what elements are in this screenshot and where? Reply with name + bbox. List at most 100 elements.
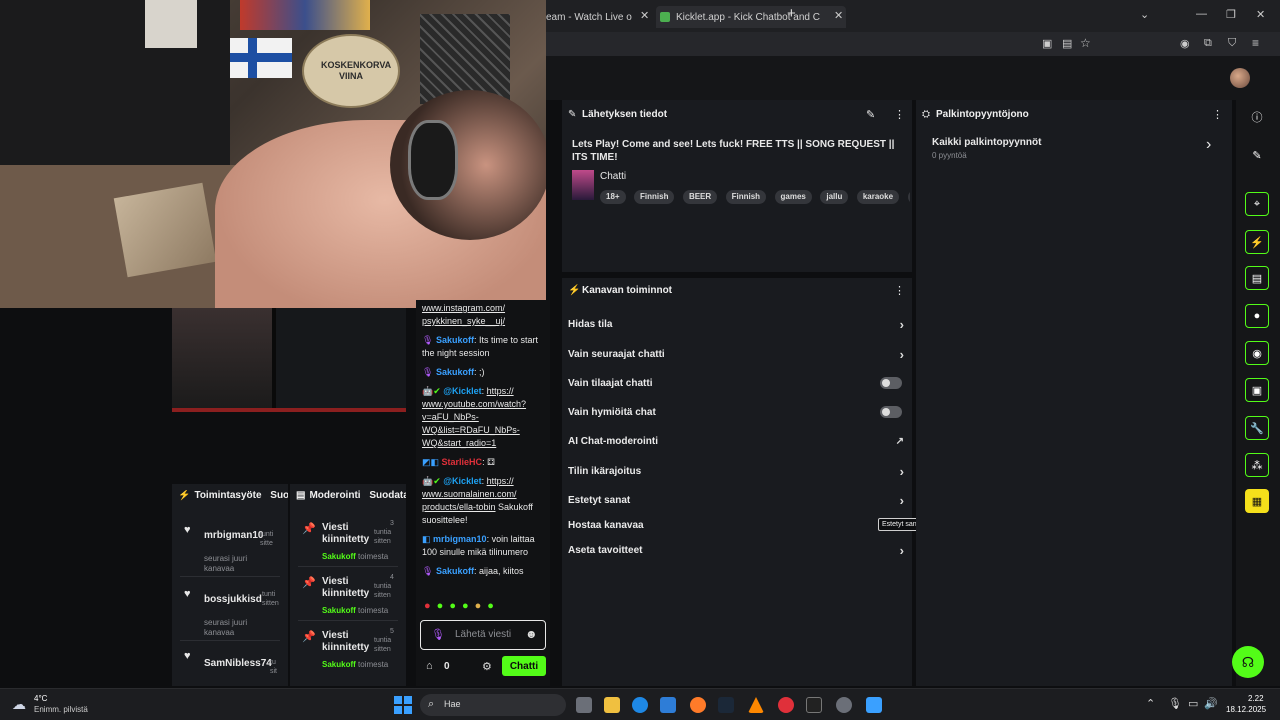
chat-username[interactable]: Sakukoff <box>436 335 474 345</box>
emote-icon[interactable]: ● <box>424 600 431 616</box>
tag-chip[interactable]: 18+ <box>600 190 626 204</box>
volume-icon[interactable]: 🔊 <box>1204 697 1218 710</box>
shield-icon[interactable]: ⛉ <box>1228 37 1236 50</box>
chat-username[interactable]: Sakukoff <box>436 367 474 377</box>
chat-username[interactable]: @Kicklet <box>443 476 481 486</box>
emote-icon[interactable]: ● <box>475 600 482 616</box>
moderation-by[interactable]: Sakukoff <box>322 660 356 669</box>
emoji-picker-icon[interactable]: ☻ <box>525 627 538 641</box>
picture-in-picture-icon[interactable]: ▣ <box>1042 37 1052 50</box>
tag-chip[interactable]: games <box>774 190 812 204</box>
browser-tab[interactable]: eam - Watch Live o <box>546 6 638 28</box>
minimize-icon[interactable]: — <box>1196 8 1207 20</box>
category-thumbnail[interactable] <box>572 170 594 200</box>
clapper-tool-icon[interactable]: ▦ <box>1245 489 1269 513</box>
steam-icon[interactable] <box>718 697 734 713</box>
info-icon[interactable]: ⓘ <box>1245 105 1269 129</box>
extensions-icon[interactable]: ⧉ <box>1204 37 1212 50</box>
app-window-icon[interactable] <box>866 697 882 713</box>
settings-app-icon[interactable] <box>836 697 852 713</box>
chat-username[interactable]: mrbigman10 <box>433 534 487 544</box>
reader-view-icon[interactable]: ▤ <box>1062 37 1072 50</box>
emote-icon[interactable]: ● <box>487 600 494 616</box>
edit-pencil-icon[interactable]: ✎ <box>1245 143 1269 167</box>
menu-icon[interactable]: ≡ <box>1252 36 1259 50</box>
close-window-icon[interactable]: ✕ <box>1256 8 1265 21</box>
chat-username[interactable]: Sakukoff <box>436 566 474 576</box>
stream-category[interactable]: Chatti <box>600 171 626 182</box>
activity-filter-label[interactable]: Suod <box>270 490 288 501</box>
all-reward-requests[interactable]: Kaikki palkintopyynnöt 0 pyyntöä › <box>926 134 1226 164</box>
action-followers-only[interactable]: Vain seuraajat chatti › <box>568 344 908 364</box>
tag-chip[interactable]: Finnish <box>634 190 675 204</box>
store-icon[interactable]: ⌂ <box>426 660 433 672</box>
opera-icon[interactable] <box>778 697 794 713</box>
wrench-tool-icon[interactable]: 🔧 <box>1245 416 1269 440</box>
close-tab-icon[interactable]: ✕ <box>834 9 843 22</box>
store-app-icon[interactable] <box>660 697 676 713</box>
weather-cloud-icon[interactable]: ☁ <box>12 696 26 713</box>
emote-icon[interactable]: ● <box>437 600 444 616</box>
focus-tool-icon[interactable]: ⌖ <box>1245 192 1269 216</box>
action-set-goals[interactable]: Aseta tavoitteet › <box>568 540 908 560</box>
chat-input-box[interactable]: 🎙 Lähetä viesti ☻ <box>420 620 546 650</box>
avatar[interactable] <box>1230 68 1250 88</box>
send-chat-button[interactable]: Chatti <box>502 656 546 676</box>
action-age-restriction[interactable]: Tilin ikärajoitus › <box>568 461 908 481</box>
tab-list-icon[interactable]: ⌄ <box>1140 8 1149 21</box>
edge-browser-icon[interactable] <box>632 697 648 713</box>
tag-chip[interactable]: BEER <box>682 190 718 204</box>
chat-link[interactable]: www.instagram.com/ psykkinen_syke__uj/ <box>422 303 505 326</box>
clock-time[interactable]: 2.22 <box>1248 694 1264 703</box>
tray-chevron-icon[interactable]: ⌃ <box>1146 697 1155 710</box>
emote-icon[interactable]: ● <box>449 600 456 616</box>
chat-input[interactable]: Lähetä viesti <box>455 629 511 640</box>
tag-chip[interactable]: jallu <box>820 190 849 204</box>
channel-points[interactable]: 0 <box>444 661 450 672</box>
chat-username[interactable]: StarlieHC <box>442 457 483 467</box>
file-explorer-icon[interactable] <box>604 697 620 713</box>
account-icon[interactable]: ◉ <box>1180 37 1190 50</box>
more-options-icon[interactable]: ⋮ <box>894 284 905 297</box>
windows-start-icon[interactable] <box>394 696 412 714</box>
action-slow-mode[interactable]: Hidas tila › <box>568 314 908 334</box>
video-tool-icon[interactable]: ▣ <box>1245 378 1269 402</box>
chat-tool-icon[interactable]: ● <box>1245 304 1269 328</box>
maximize-icon[interactable]: ❐ <box>1226 8 1236 21</box>
tag-chip[interactable]: Finnish <box>725 190 767 204</box>
tag-chip[interactable]: karaoke <box>856 190 900 204</box>
more-options-icon[interactable]: ⋮ <box>894 108 905 121</box>
weather-temp[interactable]: 4°C <box>34 694 47 703</box>
taskbar-search[interactable]: ⌕ Hae <box>420 694 566 716</box>
close-tab-icon[interactable]: ✕ <box>640 9 649 22</box>
emote-icon[interactable]: ● <box>462 600 469 616</box>
broadcast-tool-icon[interactable]: ◉ <box>1245 341 1269 365</box>
action-host-channel[interactable]: Hostaa kanavaa <box>568 515 908 535</box>
terminal-icon[interactable] <box>806 697 822 713</box>
support-headset-icon[interactable]: ☊ <box>1232 646 1264 678</box>
moderation-by[interactable]: Sakukoff <box>322 552 356 561</box>
browser-tab-active[interactable]: Kicklet.app - Kick Chatbot and C <box>656 6 846 28</box>
subscribers-only-toggle[interactable] <box>880 377 902 389</box>
more-options-icon[interactable]: ⋮ <box>1212 108 1223 121</box>
new-tab-button[interactable]: + <box>787 5 796 22</box>
firefox-icon[interactable] <box>690 697 706 713</box>
notes-tool-icon[interactable]: ▤ <box>1245 266 1269 290</box>
bookmark-star-icon[interactable]: ☆ <box>1080 36 1091 50</box>
activity-user[interactable]: bossjukkisd <box>204 594 262 605</box>
clock-date[interactable]: 18.12.2025 <box>1226 705 1266 714</box>
activity-user[interactable]: SamNibless74 <box>204 658 272 669</box>
mic-icon[interactable]: 🎙 <box>431 628 445 641</box>
share-tool-icon[interactable]: ⁂ <box>1245 453 1269 477</box>
lightning-tool-icon[interactable]: ⚡ <box>1245 230 1269 254</box>
chat-username[interactable]: @Kicklet <box>443 386 481 396</box>
emotes-only-toggle[interactable] <box>880 406 902 418</box>
settings-gear-icon[interactable]: ⚙ <box>482 660 492 673</box>
activity-user[interactable]: mrbigman10 <box>204 530 263 541</box>
moderation-filter-label[interactable]: Suodata <box>369 490 406 501</box>
vlc-icon[interactable] <box>748 697 764 713</box>
task-view-icon[interactable] <box>576 697 592 713</box>
stream-preview[interactable] <box>172 308 406 412</box>
action-blocked-words[interactable]: Estetyt sanat › <box>568 490 908 510</box>
network-icon[interactable]: ▭ <box>1188 697 1198 710</box>
